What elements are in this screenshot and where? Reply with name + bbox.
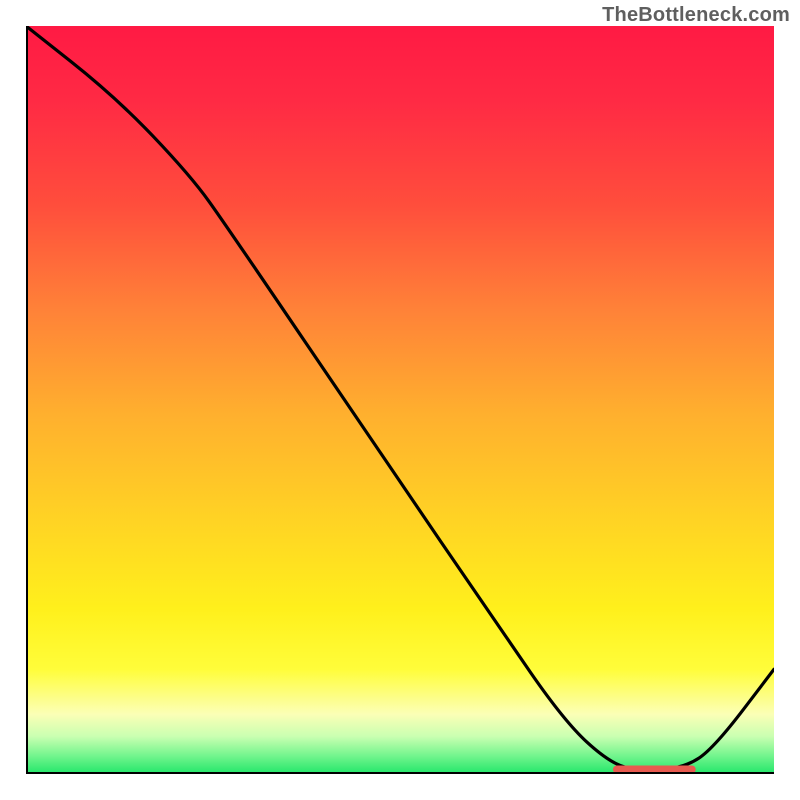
curve-path xyxy=(26,26,774,770)
line-curve xyxy=(26,26,774,774)
plot-area xyxy=(26,26,774,774)
chart-container: TheBottleneck.com xyxy=(0,0,800,800)
watermark-text: TheBottleneck.com xyxy=(602,4,790,27)
